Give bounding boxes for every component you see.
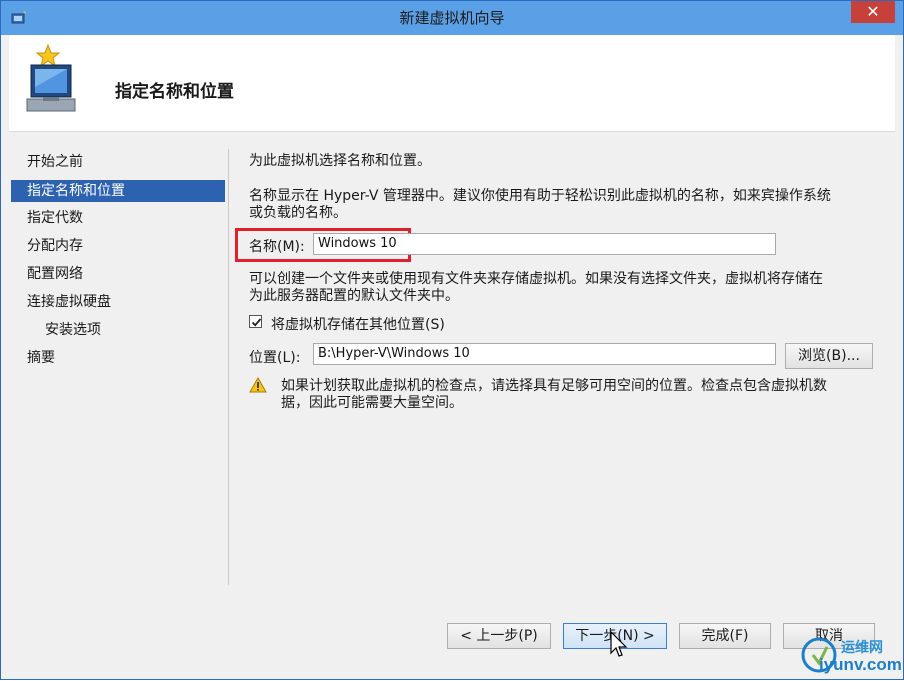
- nav-item-summary[interactable]: 摘要: [11, 345, 225, 373]
- name-description-line1: 名称显示在 Hyper-V 管理器中。建议你使用有助于轻松识别此虚拟机的名称，如…: [249, 188, 831, 204]
- wizard-steps-nav: 开始之前 指定名称和位置 指定代数 分配内存 配置网络 连接虚拟硬盘 安装选项 …: [11, 149, 225, 373]
- location-input[interactable]: B:\Hyper-V\Windows 10: [313, 343, 776, 365]
- location-label: 位置(L):: [249, 350, 301, 366]
- wizard-header: 指定名称和位置: [9, 35, 895, 132]
- close-button[interactable]: ✕: [851, 1, 895, 23]
- nav-item-name-and-location[interactable]: 指定名称和位置: [11, 180, 225, 202]
- folder-description-line2: 为此服务器配置的默认文件夹中。: [249, 288, 459, 304]
- title-bar[interactable]: 新建虚拟机向导 ✕: [1, 1, 903, 35]
- virtual-machine-icon: [26, 43, 76, 112]
- warning-text-line1: 如果计划获取此虚拟机的检查点，请选择具有足够可用空间的位置。检查点包含虚拟机数: [281, 378, 827, 394]
- nav-divider: [228, 149, 229, 585]
- watermark-text-domain: iyunv.com: [819, 655, 902, 674]
- window-title: 新建虚拟机向导: [399, 9, 505, 27]
- nav-item-install-options[interactable]: 安装选项: [11, 317, 225, 345]
- page-heading: 指定名称和位置: [115, 82, 234, 102]
- name-input[interactable]: Windows 10: [313, 233, 776, 255]
- watermark-text-cn: 运维网: [841, 640, 883, 656]
- warning-text-line2: 据，因此可能需要大量空间。: [281, 395, 463, 411]
- name-label: 名称(M):: [249, 239, 305, 255]
- nav-item-memory[interactable]: 分配内存: [11, 233, 225, 261]
- previous-button[interactable]: < 上一步(P): [447, 623, 551, 649]
- intro-text: 为此虚拟机选择名称和位置。: [249, 153, 431, 169]
- folder-description-line1: 可以创建一个文件夹或使用现有文件夹来存储虚拟机。如果没有选择文件夹，虚拟机将存储…: [249, 271, 823, 287]
- nav-item-before-you-begin[interactable]: 开始之前: [11, 149, 225, 177]
- browse-button[interactable]: 浏览(B)...: [785, 343, 873, 369]
- site-watermark: 运维网 iyunv.com: [799, 629, 903, 681]
- wizard-window: 新建虚拟机向导 ✕ 指定名称和位置 开始之前 指定名称和位置 指定代数 分配内存…: [0, 0, 904, 680]
- name-description-line2: 或负载的名称。: [249, 205, 347, 221]
- mouse-cursor-icon: [610, 631, 628, 657]
- store-elsewhere-checkbox[interactable]: [249, 315, 262, 328]
- finish-button[interactable]: 完成(F): [679, 623, 771, 649]
- nav-item-generation[interactable]: 指定代数: [11, 205, 225, 233]
- warning-icon: [249, 377, 267, 393]
- checkmark-icon: [251, 318, 262, 327]
- store-elsewhere-label[interactable]: 将虚拟机存储在其他位置(S): [271, 314, 445, 334]
- nav-item-virtual-disk[interactable]: 连接虚拟硬盘: [11, 289, 225, 317]
- nav-item-network[interactable]: 配置网络: [11, 261, 225, 289]
